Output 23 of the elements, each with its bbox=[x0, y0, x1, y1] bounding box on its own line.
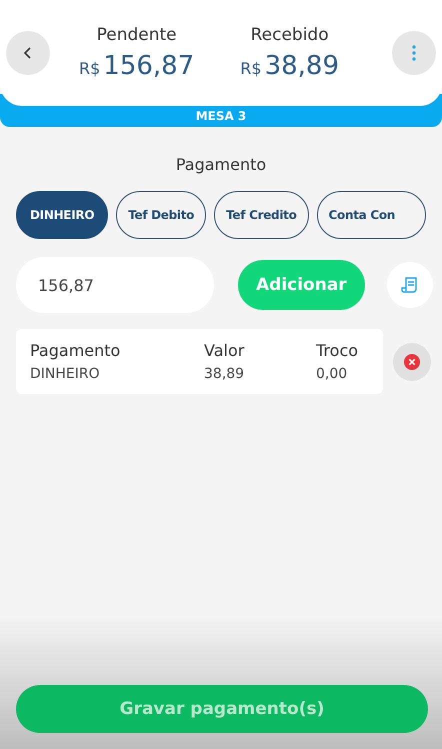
payment-method-tab[interactable]: DINHEIRO bbox=[16, 191, 108, 239]
remove-button[interactable] bbox=[393, 342, 431, 380]
table-cell-text: DINHEIRO bbox=[30, 366, 101, 382]
payment-method-tab[interactable]: Tef Debito bbox=[116, 191, 206, 239]
receipt-button[interactable] bbox=[386, 262, 433, 308]
summary-label: Pendente bbox=[96, 25, 177, 45]
column-header: Troco bbox=[316, 341, 360, 360]
section-title: Pagamento bbox=[174, 155, 268, 174]
remove-icon bbox=[404, 354, 420, 370]
column-header: Pagamento bbox=[30, 341, 122, 360]
currency-symbol: R$ bbox=[240, 59, 262, 78]
table-cell-text: 38,89 bbox=[204, 366, 246, 382]
receipt-icon bbox=[400, 276, 419, 294]
amount-field[interactable]: 156,87 bbox=[16, 257, 214, 313]
payment-method-tab[interactable]: Conta Con bbox=[316, 191, 426, 239]
more-icon bbox=[412, 45, 416, 61]
table-cell-text: 0,00 bbox=[316, 366, 348, 382]
currency-symbol: R$ bbox=[78, 59, 100, 78]
summary-amount: 156,87 bbox=[103, 51, 194, 81]
summary-amount: 38,89 bbox=[264, 51, 339, 81]
column-header: Valor bbox=[204, 341, 246, 360]
summary-label: Recebido bbox=[250, 25, 329, 45]
payment-method-tab[interactable]: Tef Credito bbox=[214, 191, 309, 239]
